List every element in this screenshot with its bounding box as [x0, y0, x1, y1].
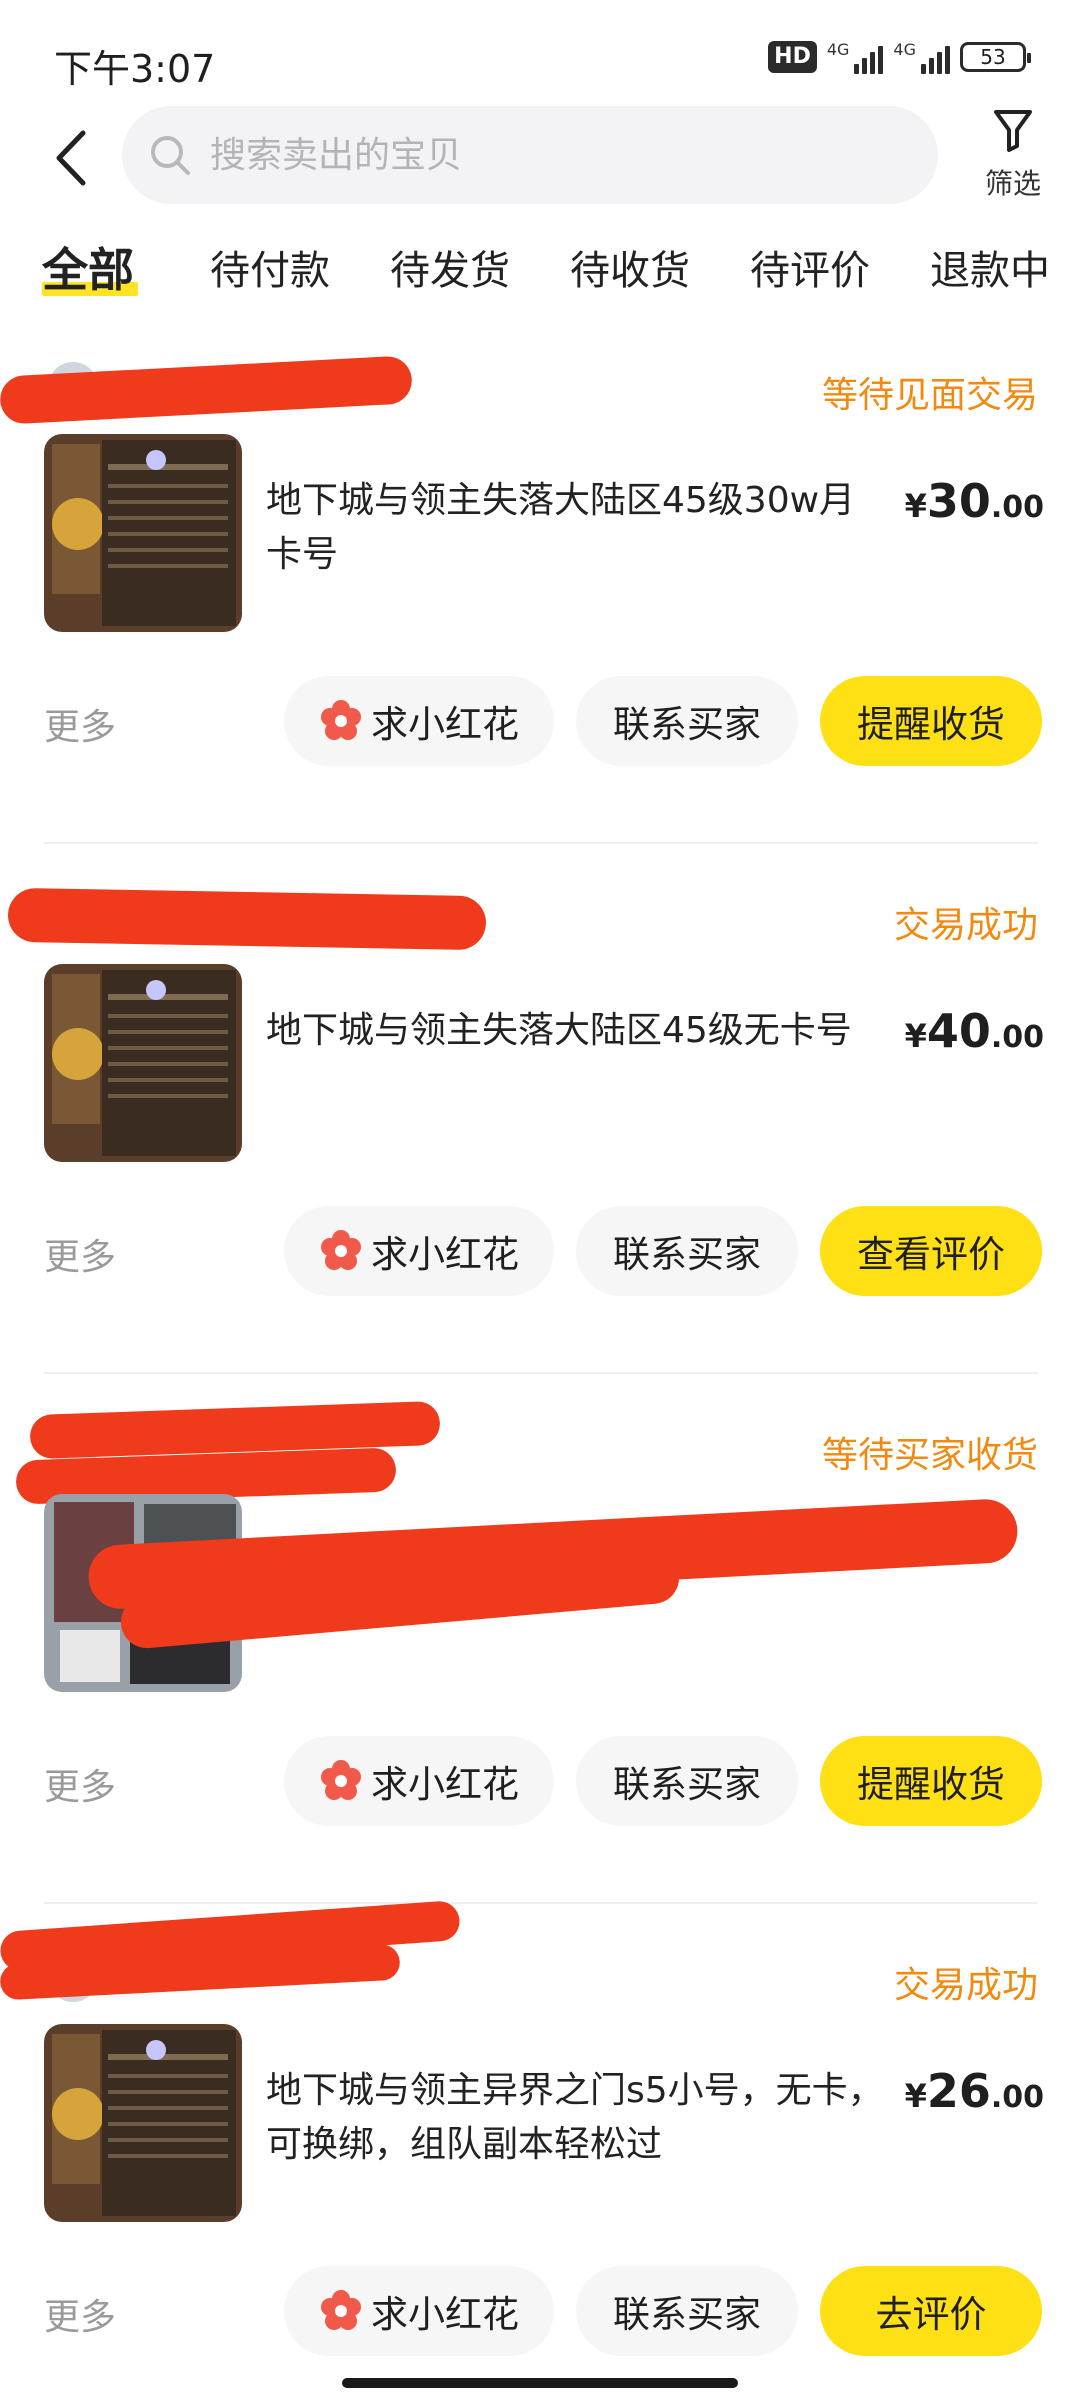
remind-receipt-button[interactable]: 提醒收货 [820, 1736, 1042, 1826]
ask-flower-label: 求小红花 [371, 1233, 519, 1276]
network-type-label: 4G [893, 40, 916, 59]
tab-all[interactable]: 全部 [42, 234, 134, 300]
product-thumbnail[interactable] [44, 2024, 242, 2222]
order-status: 等待买家收货 [821, 1435, 1038, 1476]
red-flower-icon [321, 1230, 361, 1270]
ask-flower-button[interactable]: 求小红花 [284, 1736, 554, 1826]
contact-buyer-button[interactable]: 联系买家 [576, 676, 798, 766]
divider [44, 1902, 1038, 1904]
order-actions: 更多 求小红花 联系买家 提醒收货 [0, 676, 1080, 768]
status-bar: 下午3:07 HD 4G 4G 53 [0, 0, 1080, 112]
contact-buyer-button[interactable]: 联系买家 [576, 2266, 798, 2356]
tab-pending-review[interactable]: 待评价 [750, 238, 870, 296]
ask-flower-button[interactable]: 求小红花 [284, 2266, 554, 2356]
battery-icon: 53 [960, 42, 1031, 72]
search-bar[interactable] [122, 106, 938, 204]
product-row[interactable]: 地下城与领主失落大陆区45级30w月卡号 ¥30.00 [44, 434, 1044, 634]
home-indicator[interactable] [342, 2378, 738, 2388]
product-price: ¥40.00 [904, 1004, 1044, 1058]
order-card[interactable]: 交易成功 地下城与领主异界之门s5小号，无卡，可换绑，组队副本轻松过 ¥26.0… [0, 1900, 1080, 2400]
product-title: 地下城与领主失落大陆区45级30w月卡号 [266, 480, 856, 575]
more-button[interactable]: 更多 [44, 698, 116, 750]
order-card[interactable]: 等待买家收货 更多 求小红花 联系买家 提醒收货 [0, 1400, 1080, 1934]
ask-flower-button[interactable]: 求小红花 [284, 676, 554, 766]
contact-buyer-button[interactable]: 联系买家 [576, 1206, 798, 1296]
more-button[interactable]: 更多 [44, 1758, 116, 1810]
red-flower-icon [321, 2290, 361, 2330]
product-title: 地下城与领主失落大陆区45级无卡号 [266, 1010, 852, 1051]
more-button[interactable]: 更多 [44, 1228, 116, 1280]
ask-flower-button[interactable]: 求小红花 [284, 1206, 554, 1296]
tab-pending-shipment[interactable]: 待发货 [390, 238, 510, 296]
seller-row[interactable]: 交易成功 [0, 1900, 1080, 2014]
header: 筛选 [0, 104, 1080, 210]
filter-label: 筛选 [984, 167, 1041, 200]
product-title: 地下城与领主异界之门s5小号，无卡，可换绑，组队副本轻松过 [266, 2070, 884, 2165]
search-icon [151, 136, 190, 175]
network-type-label: 4G [826, 40, 850, 59]
filter-funnel-icon [994, 110, 1032, 152]
order-status: 交易成功 [893, 1965, 1038, 2006]
order-tabs: 全部 待付款 待发货 待收货 待评价 退款中 [0, 232, 1080, 312]
divider [44, 1372, 1038, 1374]
signal-icon-2: 4G [893, 40, 950, 74]
remind-receipt-button[interactable]: 提醒收货 [820, 676, 1042, 766]
tab-pending-receipt[interactable]: 待收货 [570, 238, 690, 296]
red-flower-icon [321, 1760, 361, 1800]
tab-refunding[interactable]: 退款中 [930, 238, 1050, 296]
back-button[interactable] [40, 126, 100, 190]
order-actions: 更多 求小红花 联系买家 查看评价 [0, 1206, 1080, 1298]
product-price: ¥30.00 [904, 474, 1044, 528]
product-thumbnail[interactable] [44, 964, 242, 1162]
divider [44, 842, 1038, 844]
write-review-button[interactable]: 去评价 [820, 2266, 1042, 2356]
filter-button[interactable]: 筛选 [978, 108, 1048, 208]
status-time: 下午3:07 [54, 47, 216, 91]
seller-row[interactable]: 等待见面交易 [0, 344, 1080, 425]
red-flower-icon [321, 700, 361, 740]
search-input[interactable] [210, 134, 890, 176]
more-button[interactable]: 更多 [44, 2288, 116, 2340]
order-card[interactable]: 交易成功 地下城与领主失落大陆区45级无卡号 ¥40.00 更多 求小红花 联系… [0, 874, 1080, 1404]
ask-flower-label: 求小红花 [371, 1763, 519, 1806]
signal-icon-1: 4G [827, 40, 884, 74]
product-row[interactable]: 地下城与领主异界之门s5小号，无卡，可换绑，组队副本轻松过 ¥26.00 [44, 2024, 1044, 2224]
order-status: 交易成功 [893, 905, 1038, 946]
view-review-button[interactable]: 查看评价 [820, 1206, 1042, 1296]
status-icons: HD 4G 4G 53 [768, 40, 1031, 74]
order-card[interactable]: 等待见面交易 地下城与领主失落大陆区45级30w月卡号 ¥30.00 更多 求小… [0, 344, 1080, 874]
back-arrow-icon [56, 130, 86, 186]
seller-row[interactable]: 交易成功 [0, 874, 1080, 954]
order-actions: 更多 求小红花 联系买家 去评价 [0, 2266, 1080, 2358]
hd-badge: HD [768, 41, 817, 73]
seller-row[interactable]: 等待买家收货 [0, 1400, 1080, 1505]
contact-buyer-button[interactable]: 联系买家 [576, 1736, 798, 1826]
product-thumbnail[interactable] [44, 434, 242, 632]
ask-flower-label: 求小红花 [371, 703, 519, 746]
order-status: 等待见面交易 [821, 375, 1038, 416]
redaction-mark [7, 887, 487, 951]
product-row[interactable]: 地下城与领主失落大陆区45级无卡号 ¥40.00 [44, 964, 1044, 1164]
ask-flower-label: 求小红花 [371, 2293, 519, 2336]
product-price: ¥26.00 [904, 2064, 1044, 2118]
order-actions: 更多 求小红花 联系买家 提醒收货 [0, 1736, 1080, 1828]
tab-pending-payment[interactable]: 待付款 [210, 238, 330, 296]
